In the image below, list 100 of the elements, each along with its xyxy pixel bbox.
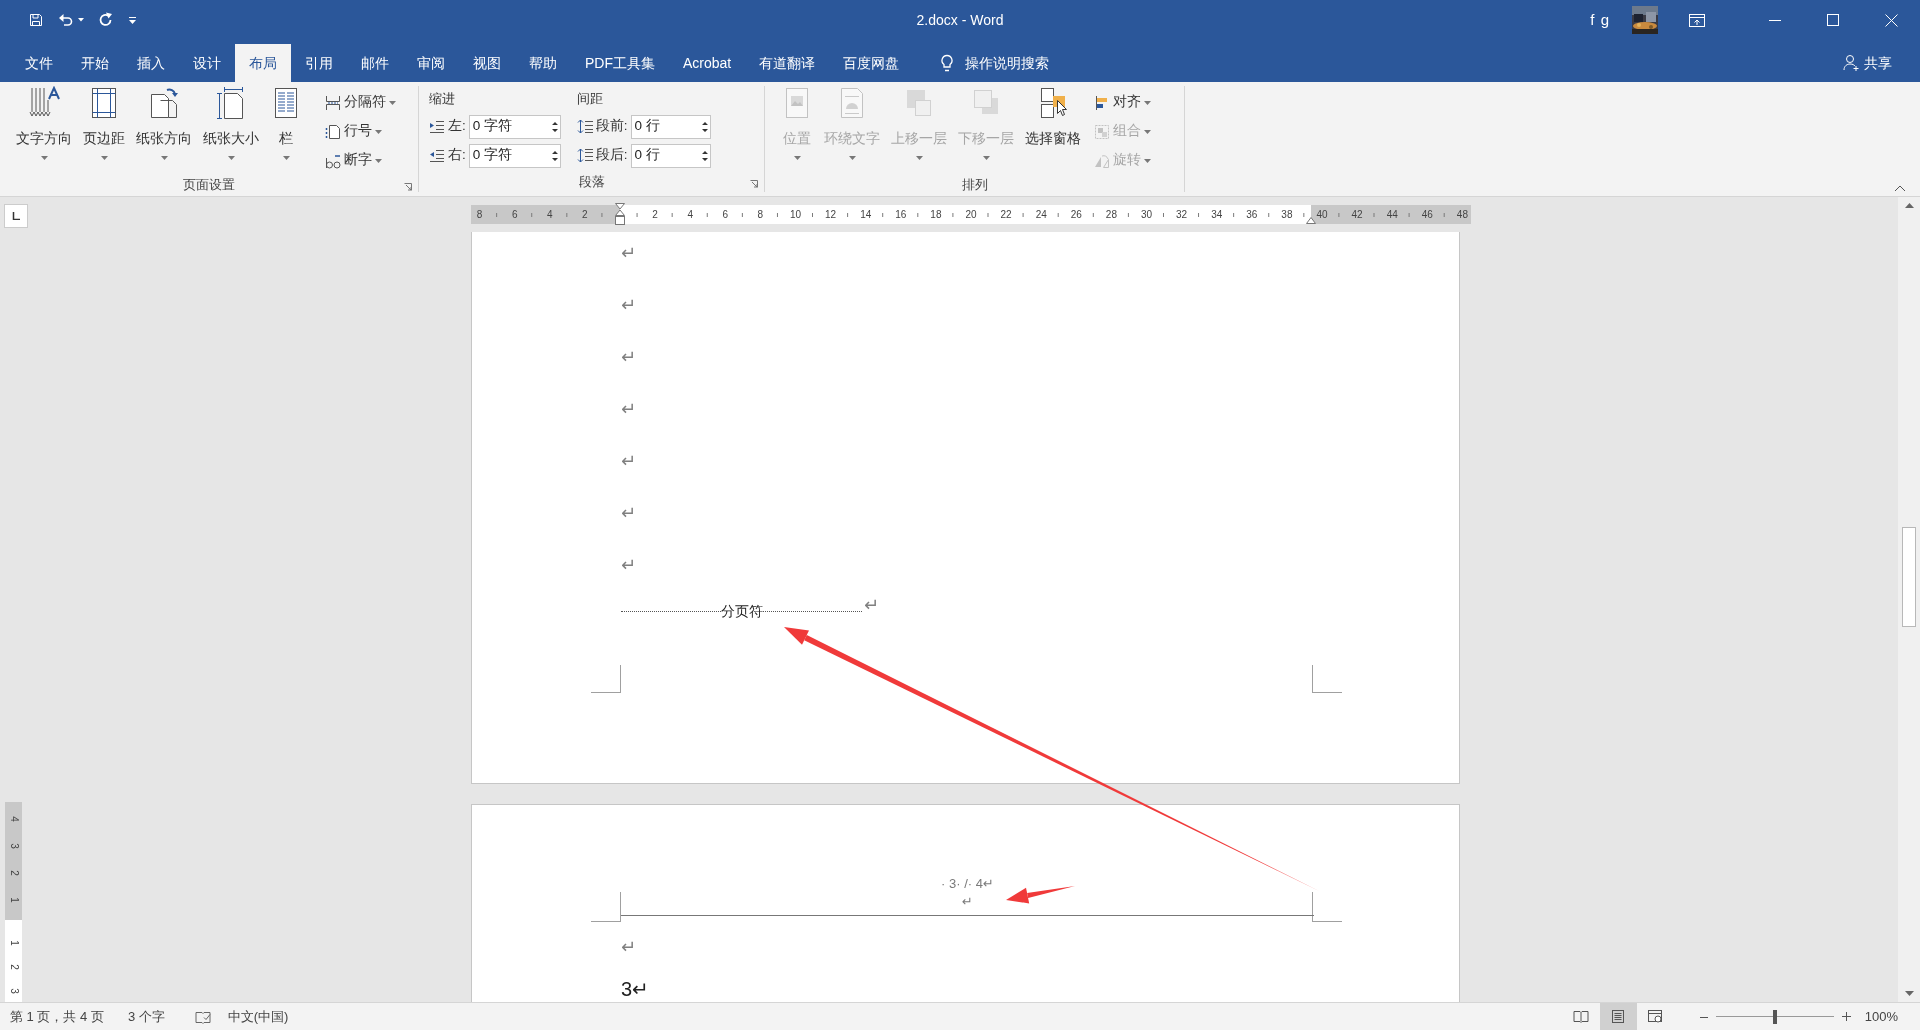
zoom-in-icon[interactable] [1841, 1012, 1851, 1021]
scroll-down-icon[interactable] [1904, 991, 1914, 996]
margin-mark [591, 665, 621, 693]
ribbon-tab[interactable]: 百度网盘 [829, 44, 914, 82]
ribbon-tab[interactable]: 开始 [67, 44, 123, 82]
ribbon-tab[interactable]: Acrobat [669, 44, 746, 82]
ribbon-button[interactable]: 选择窗格 [1021, 86, 1085, 175]
rotate-icon [1094, 152, 1110, 169]
ruler-number: 1 [7, 939, 20, 948]
collapse-ribbon-icon[interactable] [1894, 185, 1906, 192]
group-icon [1094, 123, 1110, 140]
tab-selector[interactable] [4, 204, 28, 228]
ruler-number: 40 [1315, 208, 1329, 221]
search-box[interactable]: 操作说明搜索 [933, 44, 1056, 82]
dialog-launcher-icon[interactable] [750, 180, 758, 188]
zoom-level[interactable]: 100% [1864, 1006, 1898, 1027]
ribbon-tab[interactable]: 视图 [459, 44, 515, 82]
user-name[interactable]: f g [1590, 8, 1610, 32]
spin-field[interactable]: 0 字符 [468, 114, 561, 139]
ribbon-tab[interactable]: 引用 [291, 44, 347, 82]
margin-mark [591, 892, 621, 922]
ruler-number: 16 [894, 208, 908, 221]
read-mode-icon[interactable] [1573, 1009, 1590, 1024]
web-layout-icon[interactable] [1647, 1009, 1664, 1024]
ribbon-tab[interactable]: PDF工具集 [571, 44, 669, 82]
ribbon-tab[interactable]: 设计 [179, 44, 235, 82]
ruler-number: 8 [756, 208, 765, 221]
undo-icon[interactable] [58, 12, 74, 28]
group-label: 排列 [961, 176, 988, 194]
ribbon-tab[interactable]: 插入 [123, 44, 179, 82]
spacing-after-icon [576, 148, 593, 163]
line-numbers-icon [325, 123, 341, 140]
spin-field[interactable]: 0 行 [630, 114, 711, 139]
spacing-before-icon [576, 119, 593, 134]
margin-mark [1312, 892, 1342, 922]
ruler-number: 36 [1245, 208, 1259, 221]
language[interactable]: 中文(中国) [227, 1006, 289, 1027]
redo-icon[interactable] [98, 12, 114, 28]
caret-icon [1144, 100, 1151, 105]
paragraph-mark: ↵ [621, 936, 637, 958]
ruler-number: 24 [1034, 208, 1048, 221]
paragraph-mark: ↵ [621, 346, 637, 368]
caret-icon[interactable] [78, 18, 84, 22]
spin-field[interactable]: 0 字符 [468, 143, 561, 168]
paragraph-mark: ↵ [621, 554, 637, 576]
ribbon-tab[interactable]: 文件 [11, 44, 67, 82]
maximize-icon[interactable] [1827, 14, 1839, 26]
paragraph-mark: ↵ [621, 398, 637, 420]
ruler-number: 38 [1280, 208, 1294, 221]
caret-icon [1144, 158, 1151, 163]
caret-icon [227, 156, 235, 160]
ribbon-button[interactable]: 纸张方向 [132, 86, 196, 175]
field-label: 左: [448, 117, 466, 136]
word-count[interactable]: 3 个字 [127, 1006, 165, 1027]
header-text: ↵ [962, 893, 973, 911]
share-button[interactable]: 共享 [1837, 44, 1898, 82]
proofing-icon[interactable] [194, 1009, 211, 1024]
ribbon-tab[interactable]: 邮件 [347, 44, 403, 82]
ruler-number: 26 [1069, 208, 1083, 221]
scroll-up-icon[interactable] [1904, 203, 1914, 208]
group-label: 页面设置 [183, 176, 235, 194]
ruler-number: 44 [1385, 208, 1399, 221]
ruler-number: 14 [859, 208, 873, 221]
caret-icon [793, 156, 801, 160]
save-icon[interactable] [28, 12, 44, 28]
ribbon-button[interactable]: 对齐 [1092, 88, 1153, 117]
page-count[interactable]: 第 1 页，共 4 页 [10, 1006, 104, 1027]
paragraph-mark: ↵ [621, 450, 637, 472]
ribbon-button[interactable]: 断字 [323, 146, 398, 175]
close-icon[interactable] [1884, 13, 1898, 27]
ribbon-tab[interactable]: 审阅 [403, 44, 459, 82]
group-label: 段落 [578, 173, 605, 192]
ribbon-button[interactable]: 页边距 [79, 86, 129, 175]
slider-thumb[interactable] [1772, 1009, 1777, 1024]
page-orientation-icon [148, 86, 180, 120]
ruler-number: 12 [824, 208, 838, 221]
caret-icon [40, 156, 48, 160]
spin-field[interactable]: 0 行 [630, 143, 711, 168]
ribbon-button[interactable]: 行号 [323, 117, 398, 146]
caret-icon [100, 156, 108, 160]
indent-marker-icon[interactable] [1306, 217, 1316, 224]
ribbon-button[interactable]: 文字方向 [12, 86, 76, 175]
field-label: 段前: [595, 117, 628, 136]
ribbon-button[interactable]: 分隔符 [323, 88, 398, 117]
dialog-launcher-icon[interactable] [404, 182, 412, 191]
print-layout-icon[interactable] [1610, 1009, 1627, 1024]
scrollbar-thumb[interactable] [1902, 527, 1916, 627]
ribbon-tab[interactable]: 布局 [235, 44, 291, 82]
caret-icon [375, 158, 382, 163]
ribbon-tab[interactable]: 有道翻译 [745, 44, 830, 82]
customize-icon[interactable] [128, 15, 137, 25]
body-text: 3↵ [621, 978, 649, 1000]
ribbon-button[interactable]: 栏 [266, 86, 306, 175]
ruler-number: 1 [7, 896, 20, 905]
ribbon-display-icon[interactable] [1688, 11, 1706, 29]
indent-left-icon [429, 119, 445, 134]
window-title: 2.docx - Word [916, 10, 1004, 30]
ruler-number: 20 [964, 208, 978, 221]
ribbon-tab[interactable]: 帮助 [515, 44, 571, 82]
ribbon-button[interactable]: 纸张大小 [199, 86, 263, 175]
